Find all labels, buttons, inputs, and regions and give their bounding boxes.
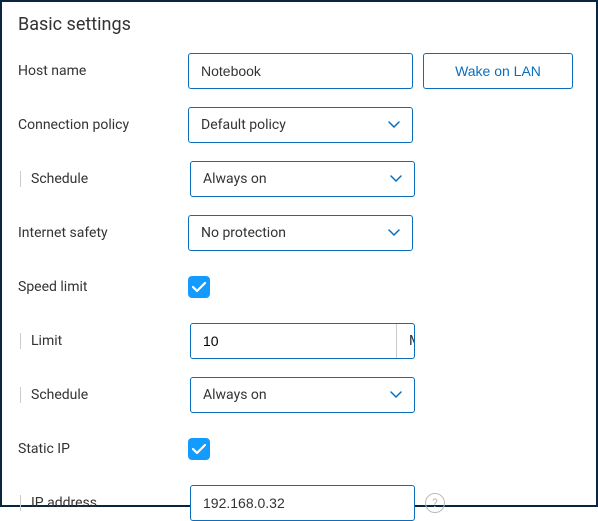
check-icon [192,444,206,455]
schedule2-value: Always on [203,387,267,403]
speed-limit-label: Speed limit [18,279,188,295]
chevron-down-icon [388,117,400,133]
connection-policy-label: Connection policy [18,117,188,133]
limit-row: Limit Mbit/s [18,323,580,359]
help-icon[interactable]: ? [425,493,445,513]
wake-on-lan-button[interactable]: Wake on LAN [423,53,573,89]
static-ip-label: Static IP [18,441,188,457]
schedule1-value: Always on [203,171,267,187]
chevron-down-icon [388,225,400,241]
limit-label: Limit [20,333,190,349]
speed-limit-row: Speed limit [18,269,580,305]
static-ip-row: Static IP [18,431,580,467]
internet-safety-row: Internet safety No protection [18,215,580,251]
speed-limit-checkbox[interactable] [188,276,210,298]
schedule1-select[interactable]: Always on [190,161,415,197]
chevron-down-icon [390,387,402,403]
schedule2-select[interactable]: Always on [190,377,415,413]
internet-safety-label: Internet safety [18,225,188,241]
ip-address-label: IP address [20,495,190,511]
connection-policy-select[interactable]: Default policy [188,107,413,143]
internet-safety-select[interactable]: No protection [188,215,413,251]
hostname-label: Host name [18,63,188,79]
chevron-down-icon [390,171,402,187]
schedule1-row: Schedule Always on [18,161,580,197]
check-icon [192,282,206,293]
hostname-input[interactable] [188,53,413,89]
hostname-row: Host name Wake on LAN [18,53,580,89]
limit-input[interactable] [191,324,396,358]
connection-policy-value: Default policy [201,117,286,133]
static-ip-checkbox[interactable] [188,438,210,460]
schedule2-row: Schedule Always on [18,377,580,413]
limit-unit-value: Mbit/s [409,333,415,349]
schedule2-label: Schedule [20,387,190,403]
connection-policy-row: Connection policy Default policy [18,107,580,143]
schedule1-label: Schedule [20,171,190,187]
ip-address-row: IP address ? [18,485,580,521]
limit-field: Mbit/s [190,323,415,359]
basic-settings-panel: Basic settings Host name Wake on LAN Con… [0,0,598,507]
panel-title: Basic settings [18,14,580,35]
limit-unit-select[interactable]: Mbit/s [396,324,415,358]
ip-address-input[interactable] [190,485,415,521]
internet-safety-value: No protection [201,225,286,241]
